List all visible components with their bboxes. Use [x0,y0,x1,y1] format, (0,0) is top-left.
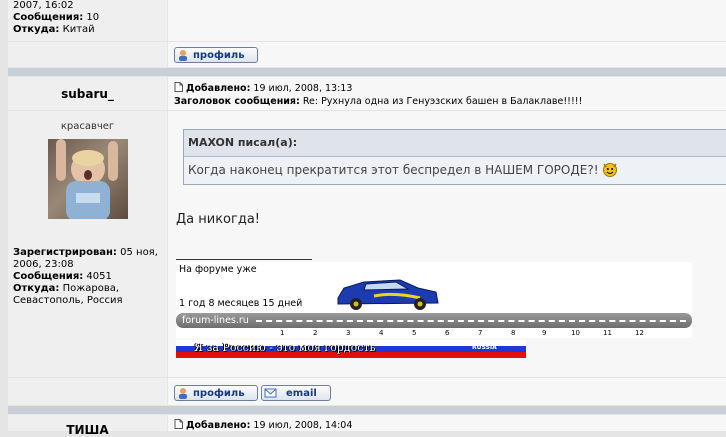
profile-icon [179,388,187,399]
registered-label: Зарегистрирован: [13,247,117,258]
next-post-header: Добавлено: 19 июл, 2008, 14:04 [174,419,352,431]
email-icon [264,388,277,398]
from-value-1: Пожарова, [62,283,120,294]
sig-line1: На форуме уже [179,264,257,275]
messages-value: 4051 [86,271,112,282]
prev-from-label: Откуда: [13,24,60,35]
avatar[interactable] [48,139,128,219]
registered-value-2: 2006, 23:08 [13,259,74,270]
user-rank: красавчег [60,121,115,132]
user-details: Зарегистрирован: 05 ноя, 2006, 23:08 Соо… [13,247,165,307]
next-posted-value: 19 июл, 2008, 14:04 [253,420,353,431]
devil-smiley-icon [603,163,618,177]
prev-from-value: Китай [62,24,95,35]
reply-text: Да никогда! [176,212,261,227]
post-username[interactable]: subaru_ [8,87,167,101]
prev-messages-label: Сообщения: [13,12,84,23]
sig-tick: 5 [412,329,417,337]
sig-tick: 10 [571,329,580,337]
subject-value: Re: Рухнула одна из Генуэзских башен в Б… [302,96,583,107]
sig-tick: 2 [313,329,318,337]
posted-value: 19 июл, 2008, 13:13 [253,83,353,94]
quote-block: MAXON писал(а): Когда наконец прекратитс… [183,129,726,185]
rally-car-icon [337,279,439,310]
sig-tick: 4 [379,329,384,337]
post-document-icon[interactable] [174,82,183,92]
sig-tick: 1 [280,329,285,337]
sig-tick: 6 [445,329,450,337]
russia-flag-banner[interactable]: Я за Россию - это моя гордость RUSSIA [176,340,526,358]
registered-value-1: 05 ноя, [120,247,158,258]
post-footer-left [8,378,167,405]
sig-road-dashes [256,320,686,322]
sig-tick: 8 [511,329,516,337]
russia-small-text: RUSSIA [472,344,497,351]
signature-banner[interactable]: На форуме уже 1 год 8 месяцев 15 дней fo… [176,262,692,338]
russia-text: Я за Россию - это моя гордость [194,341,376,354]
post-header-info: Добавлено: 19 июл, 2008, 13:13 Заголовок… [174,82,582,108]
post-separator [8,68,726,76]
sig-tick: 3 [346,329,351,337]
messages-label: Сообщения: [13,271,84,282]
quote-text: Когда наконец прекратится этот беспредел… [188,163,599,177]
next-username[interactable]: ТИША [8,423,167,437]
prev-post-details: 2007, 16:02 Сообщения: 10 Откуда: Китай [13,0,99,36]
sig-tick: 11 [603,329,612,337]
quote-author: MAXON писал(а): [184,130,726,157]
posted-label: Добавлено: [186,83,251,94]
next-document-icon[interactable] [174,419,183,429]
email-button[interactable]: email [261,385,331,401]
profile-button[interactable]: профиль [174,385,258,401]
avatar-image [56,139,118,219]
sig-line2: 1 год 8 месяцев 15 дней [179,298,303,309]
sig-tick: 9 [542,329,547,337]
profile-icon [179,50,187,61]
prev-date: 2007, 16:02 [13,0,74,11]
sig-tick: 7 [478,329,483,337]
from-label: Откуда: [13,283,60,294]
prev-footer-left [8,42,167,67]
sig-site: forum-lines.ru [182,315,249,326]
subject-label: Заголовок сообщения: [174,96,300,107]
prev-messages-value: 10 [86,12,100,23]
from-value-2: Севастополь, Россия [13,295,123,306]
sig-tick: 12 [635,329,644,337]
prev-profile-label: профиль [193,49,245,61]
email-label: email [286,387,317,399]
next-posted-label: Добавлено: [186,420,251,431]
profile-label: профиль [193,387,245,399]
signature-divider [176,259,312,260]
prev-profile-button[interactable]: профиль [174,47,258,63]
prev-post-body-cell [168,0,726,41]
quote-body: Когда наконец прекратится этот беспредел… [184,157,726,184]
post-separator-2 [8,406,726,414]
